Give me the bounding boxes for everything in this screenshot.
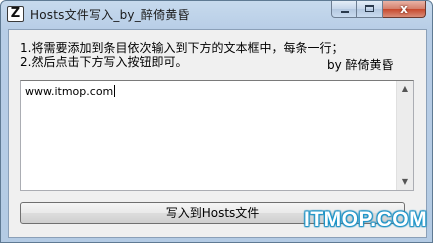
vertical-scrollbar[interactable]: ▲ ▼ xyxy=(396,81,413,190)
close-icon: x xyxy=(400,2,408,16)
hosts-writer-window: Z Hosts文件写入_by_醉倚黄昏 x 1.将需要添加到条目依次输入到下方的… xyxy=(0,0,433,243)
close-button[interactable]: x xyxy=(383,1,426,18)
scroll-up-icon[interactable]: ▲ xyxy=(397,81,413,97)
title-bar[interactable]: Z Hosts文件写入_by_醉倚黄昏 x xyxy=(1,1,432,27)
maximize-button[interactable] xyxy=(357,1,383,18)
maximize-icon xyxy=(365,5,374,12)
scroll-down-icon[interactable]: ▼ xyxy=(397,174,413,190)
minimize-button[interactable] xyxy=(331,1,357,18)
app-icon: Z xyxy=(7,6,24,22)
instruction-line-2: 2.然后点击下方写入按钮即可。 xyxy=(20,55,188,69)
client-area: 1.将需要添加到条目依次输入到下方的文本框中，每条一行； 2.然后点击下方写入按… xyxy=(8,29,427,238)
text-caret xyxy=(114,85,116,97)
hosts-entries-textarea[interactable]: www.itmop.com ▲ ▼ xyxy=(20,80,414,191)
watermark-logo: ITMOP.COM xyxy=(304,208,428,231)
minimize-icon xyxy=(341,11,349,13)
author-label: by 醉倚黄昏 xyxy=(327,58,394,72)
window-title: Hosts文件写入_by_醉倚黄昏 xyxy=(30,8,190,22)
textarea-content: www.itmop.com xyxy=(25,85,116,98)
textarea-value: www.itmop.com xyxy=(25,85,114,98)
window-controls: x xyxy=(331,1,426,19)
